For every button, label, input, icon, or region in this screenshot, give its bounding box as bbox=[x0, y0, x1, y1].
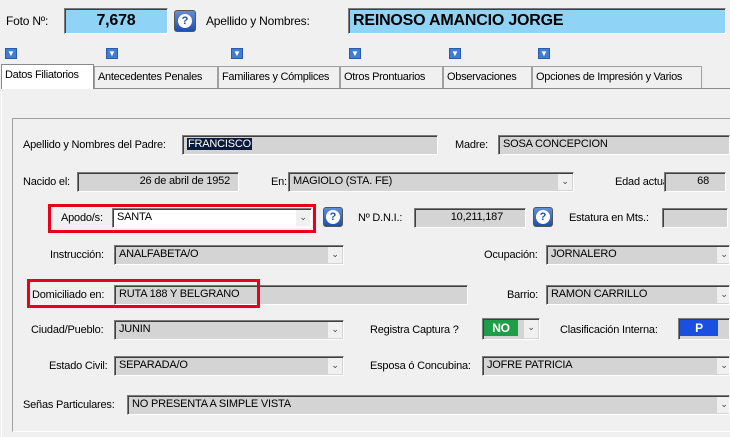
padre-label: Apellido y Nombres del Padre: bbox=[23, 139, 166, 151]
dni-label: Nº D.N.I.: bbox=[358, 212, 403, 224]
help-icon[interactable]: ? bbox=[533, 207, 553, 227]
highlight-box-apodo bbox=[48, 204, 316, 233]
tab-observaciones[interactable]: Observaciones bbox=[443, 66, 532, 88]
arrow-down-icon[interactable]: ▼ bbox=[349, 48, 361, 59]
instruccion-label: Instrucción: bbox=[50, 249, 104, 261]
nacido-field[interactable]: 26 de abril de 1952 bbox=[77, 172, 239, 192]
foto-label: Foto Nº: bbox=[6, 14, 49, 28]
tab-familiares-complices[interactable]: Familiares y Cómplices bbox=[218, 66, 340, 88]
tab-otros-prontuarios[interactable]: Otros Prontuarios bbox=[340, 66, 443, 88]
form-group-frame bbox=[12, 118, 730, 432]
estado-civil-value: SEPARADA/O bbox=[119, 359, 188, 371]
esposa-value: JOFRE PATRICIA bbox=[487, 359, 573, 371]
arrow-down-icon[interactable]: ▼ bbox=[538, 48, 550, 59]
chevron-down-icon[interactable]: ⌄ bbox=[717, 247, 729, 263]
padre-field[interactable]: FRANCISCO bbox=[182, 135, 438, 155]
madre-field[interactable]: SOSA CONCEPCION bbox=[498, 135, 730, 155]
senas-label: Señas Particulares: bbox=[23, 399, 115, 411]
instruccion-field[interactable]: ANALFABETA/O ⌄ bbox=[114, 245, 344, 265]
chevron-down-icon[interactable]: ⌄ bbox=[717, 397, 729, 413]
tab-antecedentes-penales[interactable]: Antecedentes Penales bbox=[94, 66, 218, 88]
chevron-down-icon[interactable]: ⌄ bbox=[558, 174, 572, 190]
ocupacion-field[interactable]: JORNALERO ⌄ bbox=[546, 245, 730, 265]
padre-value: FRANCISCO bbox=[187, 138, 252, 150]
chevron-down-icon[interactable]: ⌄ bbox=[328, 358, 342, 374]
clasificacion-value: P bbox=[680, 320, 718, 336]
clasificacion-field[interactable]: P bbox=[678, 318, 730, 340]
barrio-label: Barrio: bbox=[507, 289, 538, 301]
help-icon[interactable]: ? bbox=[174, 10, 196, 32]
estado-civil-label: Estado Civil: bbox=[49, 360, 108, 372]
ciudad-field[interactable]: JUNIN ⌄ bbox=[114, 320, 344, 340]
senas-value: NO PRESENTA A SIMPLE VISTA bbox=[132, 398, 291, 410]
tab-opciones-impresion[interactable]: Opciones de Impresión y Varios bbox=[532, 66, 702, 88]
esposa-label: Esposa ó Concubina: bbox=[370, 360, 471, 372]
instruccion-value: ANALFABETA/O bbox=[119, 248, 199, 260]
captura-label: Registra Captura ? bbox=[370, 324, 459, 336]
chevron-down-icon[interactable]: ⌄ bbox=[328, 322, 342, 338]
dni-field[interactable]: 10,211,187 bbox=[414, 208, 526, 228]
chevron-down-icon[interactable]: ⌄ bbox=[328, 247, 342, 263]
foto-number-field[interactable]: 7,678 bbox=[64, 8, 168, 34]
arrow-down-icon[interactable]: ▼ bbox=[231, 48, 243, 59]
apellido-nombres-label: Apellido y Nombres: bbox=[206, 14, 310, 28]
edad-field[interactable]: 68 bbox=[664, 172, 726, 192]
ocupacion-label: Ocupación: bbox=[484, 249, 538, 261]
estado-civil-field[interactable]: SEPARADA/O ⌄ bbox=[114, 356, 344, 376]
captura-value: NO bbox=[484, 320, 518, 336]
ciudad-label: Ciudad/Pueblo: bbox=[31, 324, 104, 336]
nacido-label: Nacido el: bbox=[23, 176, 70, 188]
senas-field[interactable]: NO PRESENTA A SIMPLE VISTA ⌄ bbox=[127, 395, 730, 415]
arrow-down-icon[interactable]: ▼ bbox=[106, 48, 118, 59]
barrio-field[interactable]: RAMON CARRILLO ⌄ bbox=[546, 285, 730, 305]
barrio-value: RAMON CARRILLO bbox=[551, 288, 648, 300]
estatura-label: Estatura en Mts.: bbox=[569, 212, 649, 224]
arrow-down-icon[interactable]: ▼ bbox=[5, 48, 17, 59]
tab-datos-filiatorios[interactable]: Datos Filiatorios bbox=[1, 64, 94, 89]
estatura-field[interactable] bbox=[662, 208, 728, 228]
esposa-field[interactable]: JOFRE PATRICIA ⌄ bbox=[482, 356, 730, 376]
ocupacion-value: JORNALERO bbox=[551, 248, 617, 260]
chevron-down-icon[interactable]: ⌄ bbox=[717, 287, 729, 303]
en-value: MAGIOLO (STA. FE) bbox=[293, 175, 393, 187]
clasificacion-label: Clasificación Interna: bbox=[560, 324, 658, 336]
highlight-box-domicilio bbox=[27, 279, 260, 308]
help-icon[interactable]: ? bbox=[323, 207, 343, 227]
en-label: En: bbox=[271, 176, 287, 188]
ciudad-value: JUNIN bbox=[119, 323, 151, 335]
captura-field[interactable]: NO ⌄ bbox=[482, 318, 540, 340]
apellido-nombres-field[interactable]: REINOSO AMANCIO JORGE bbox=[348, 8, 726, 34]
chevron-down-icon[interactable]: ⌄ bbox=[717, 358, 729, 374]
en-field[interactable]: MAGIOLO (STA. FE) ⌄ bbox=[288, 172, 574, 192]
chevron-down-icon[interactable]: ⌄ bbox=[524, 320, 538, 338]
madre-label: Madre: bbox=[455, 139, 489, 151]
arrow-down-icon[interactable]: ▼ bbox=[449, 48, 461, 59]
